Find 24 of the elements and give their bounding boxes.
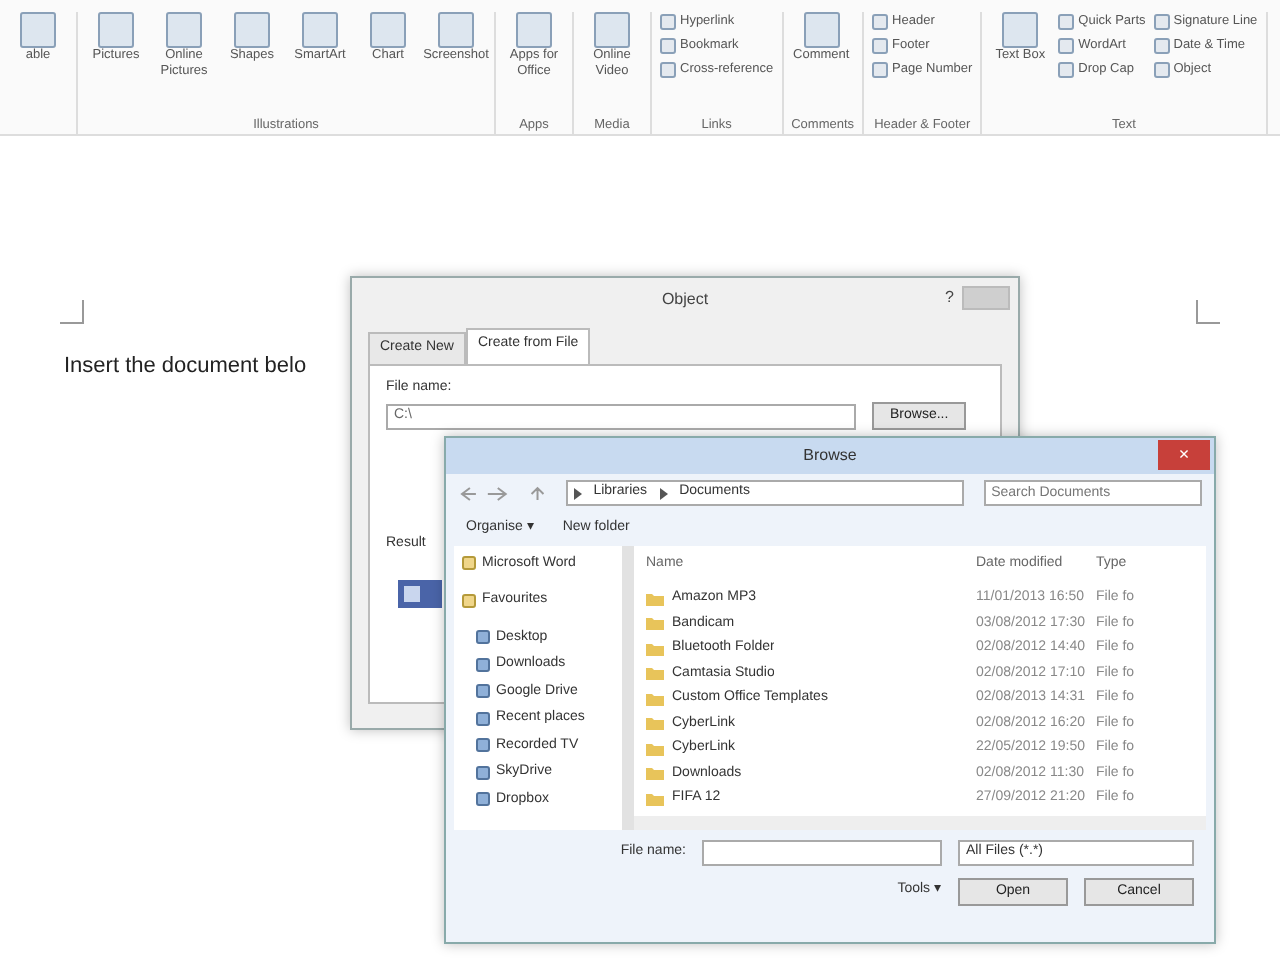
close-button[interactable]: × [1158,440,1210,470]
tool-icon [438,12,474,48]
tool-icon [20,12,56,48]
chevron-icon [573,487,582,499]
tool-icon [594,12,630,48]
page-corner-mark [60,300,84,324]
file-name-field[interactable] [702,839,942,865]
dialog-title: Browse [803,444,857,468]
tool-icon [166,12,202,48]
document-text: Insert the document belo [64,352,307,382]
place-icon [462,556,476,571]
tool-icon [98,12,134,48]
dialog-title: Object [661,288,709,312]
tool-icon [370,12,406,48]
chevron-icon [659,487,668,499]
tool-icon [302,12,338,48]
place-icon [462,593,476,608]
help-button[interactable]: ? [945,286,954,310]
tool-icon [1002,12,1039,48]
tool-icon [516,12,552,48]
tool-icon [803,12,840,48]
page-corner-mark [1196,300,1220,324]
document-icon [398,575,442,607]
tool-icon [234,12,270,48]
